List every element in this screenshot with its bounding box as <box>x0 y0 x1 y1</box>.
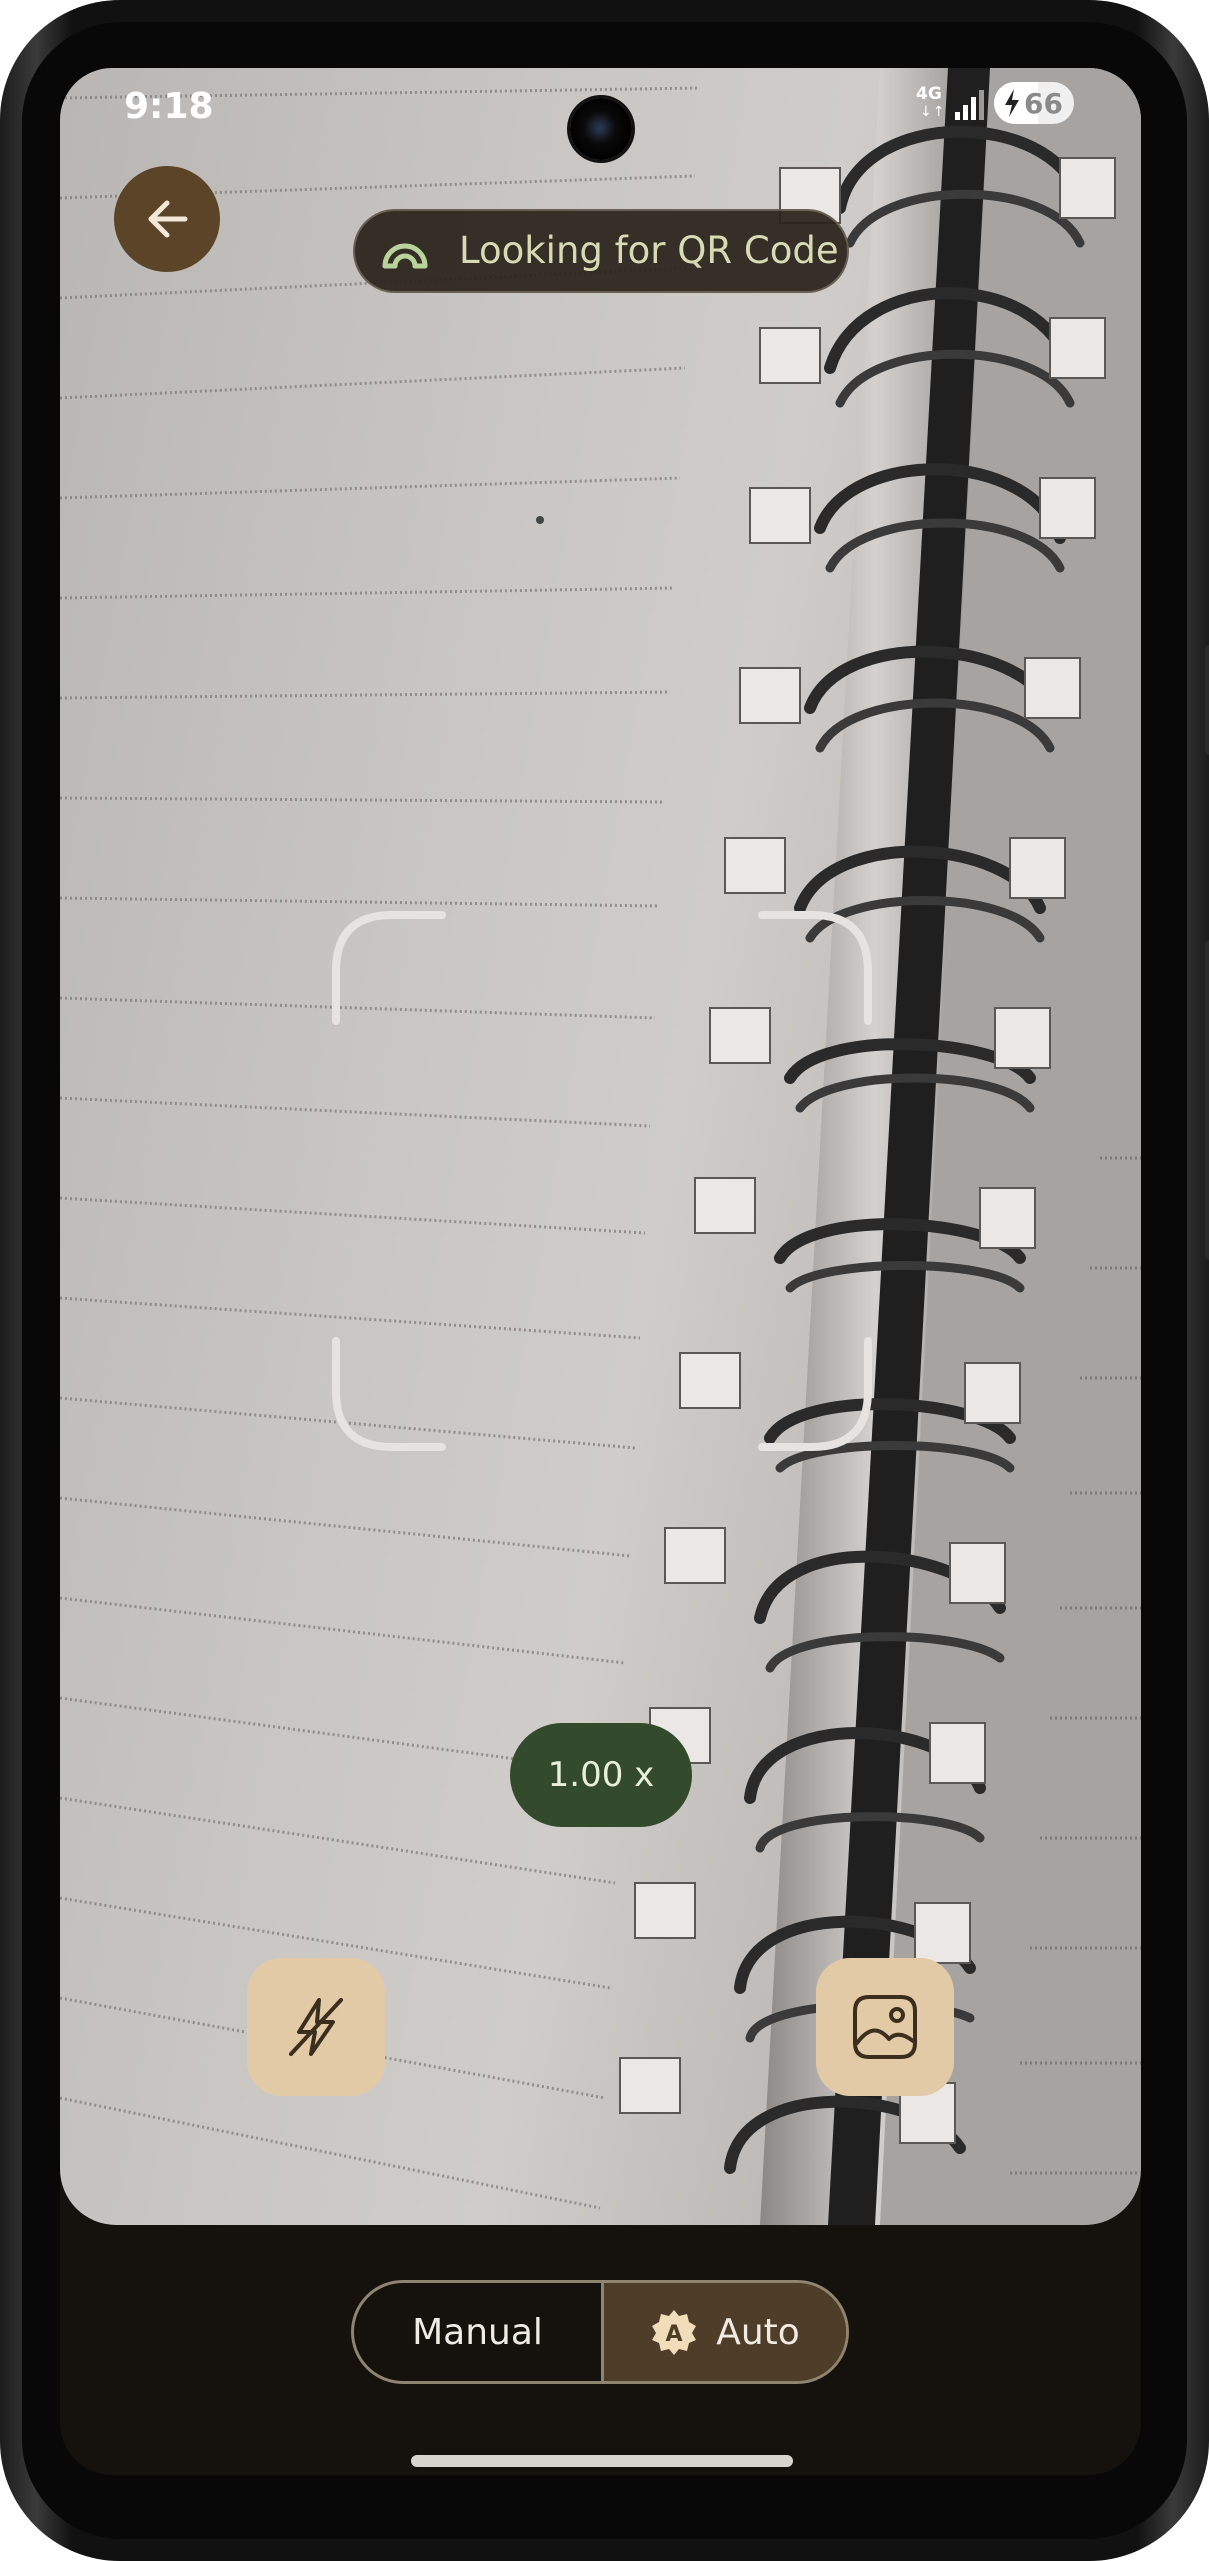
mode-manual-button[interactable]: Manual <box>354 2283 601 2381</box>
status-bar: 9:18 4G ↓↑ 66 <box>60 68 1141 178</box>
gallery-image-icon <box>853 1995 917 2059</box>
signal-icon <box>955 90 984 120</box>
scan-status-chip: Looking for QR Code <box>353 209 849 293</box>
mode-manual-label: Manual <box>412 2311 543 2353</box>
status-time: 9:18 <box>124 86 214 127</box>
camera-viewfinder: 1.00 x <box>60 68 1141 2225</box>
zoom-level-label: 1.00 x <box>547 1755 655 1795</box>
scan-status-text: Looking for QR Code <box>459 229 839 272</box>
side-button <box>1205 645 1209 755</box>
screen: 1.00 x 9:18 4G ↓↑ 66 Looking for QR Code… <box>60 68 1141 2475</box>
volume-button <box>1205 940 1209 1260</box>
home-indicator[interactable] <box>411 2455 793 2467</box>
scan-frame <box>332 911 872 1451</box>
flash-off-icon <box>289 1998 343 2056</box>
network-activity-icon: ↓↑ <box>920 104 946 120</box>
auto-badge-icon: A <box>652 2310 697 2355</box>
front-camera <box>570 98 632 160</box>
charging-bolt-icon <box>1005 89 1019 117</box>
mode-auto-button[interactable]: A Auto <box>604 2283 846 2381</box>
battery-icon: 66 <box>994 82 1074 124</box>
svg-text:A: A <box>666 2322 683 2347</box>
phone-frame: 1.00 x 9:18 4G ↓↑ 66 Looking for QR Code… <box>0 0 1209 2561</box>
scan-target-icon <box>382 243 428 269</box>
battery-level: 66 <box>1024 87 1063 120</box>
back-button[interactable] <box>114 166 220 272</box>
flash-toggle-button[interactable] <box>247 1958 385 2096</box>
arrow-left-icon <box>148 200 188 238</box>
gallery-button[interactable] <box>816 1958 954 2096</box>
network-type-label: 4G <box>916 84 942 104</box>
mode-auto-label: Auto <box>716 2311 800 2353</box>
zoom-level-button[interactable]: 1.00 x <box>510 1723 692 1827</box>
scan-mode-toggle: Manual A Auto <box>351 2280 849 2384</box>
